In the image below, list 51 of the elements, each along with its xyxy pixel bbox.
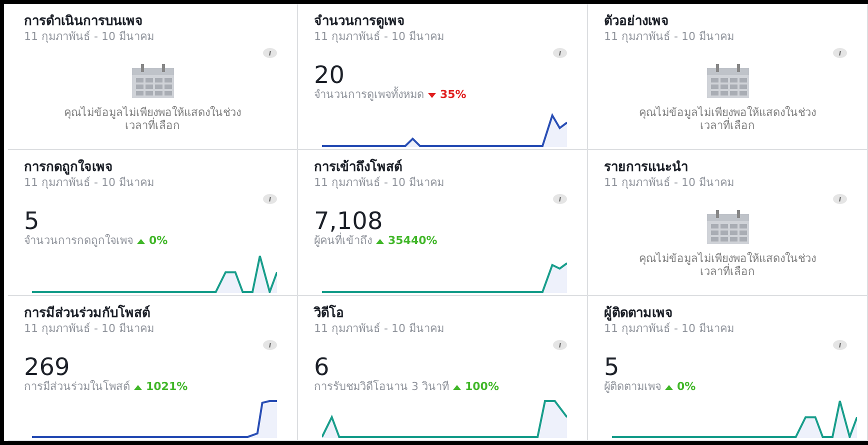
card-title: การดำเนินการบนเพจ — [24, 14, 144, 30]
date-range: 11 กุมภาพันธ์ - 10 มีนาคม — [314, 176, 445, 190]
info-icon[interactable] — [263, 48, 277, 58]
info-icon[interactable] — [833, 194, 847, 204]
card-title: ผู้ติดตามเพจ — [604, 306, 674, 322]
metric-caption: การรับชมวิดีโอนาน 3 วินาที — [314, 380, 449, 394]
date-range: 11 กุมภาพันธ์ - 10 มีนาคม — [314, 322, 445, 336]
info-icon[interactable] — [833, 340, 847, 350]
card-title: การมีส่วนร่วมกับโพสต์ — [24, 306, 151, 322]
metric-value: 5 — [604, 354, 620, 380]
metric-caption: จำนวนการดูเพจทั้งหมด — [314, 88, 424, 102]
date-range: 11 กุมภาพันธ์ - 10 มีนาคม — [604, 30, 735, 44]
metric-value: 5 — [24, 208, 40, 234]
calendar-icon — [132, 64, 174, 98]
metric-value: 7,108 — [314, 208, 384, 234]
info-icon[interactable] — [553, 48, 567, 58]
date-range: 11 กุมภาพันธ์ - 10 มีนาคม — [314, 30, 445, 44]
date-range: 11 กุมภาพันธ์ - 10 มีนาคม — [604, 322, 735, 336]
date-range: 11 กุมภาพันธ์ - 10 มีนาคม — [24, 176, 155, 190]
calendar-icon — [706, 210, 748, 244]
info-icon[interactable] — [263, 340, 277, 350]
info-icon[interactable] — [263, 194, 277, 204]
date-range: 11 กุมภาพันธ์ - 10 มีนาคม — [604, 176, 735, 190]
metric-caption: การมีส่วนร่วมในโพสต์ — [24, 380, 130, 394]
empty-message: คุณไม่ข้อมูลไม่เพียงพอให้แสดงในช่วงเวลาที่เลือก — [638, 252, 817, 278]
date-range: 11 กุมภาพันธ์ - 10 มีนาคม — [24, 322, 155, 336]
change-percent: 1021% — [146, 380, 188, 394]
change-percent: 100% — [465, 380, 499, 394]
card-title: จำนวนการดูเพจ — [314, 14, 406, 30]
metric-caption: ผู้คนที่เข้าถึง — [314, 234, 372, 248]
date-range: 11 กุมภาพันธ์ - 10 มีนาคม — [24, 30, 155, 44]
change-percent: 35% — [440, 88, 466, 102]
change-percent: 0% — [149, 234, 168, 248]
metric-value: 20 — [314, 62, 345, 88]
empty-message: คุณไม่ข้อมูลไม่เพียงพอให้แสดงในช่วงเวลาที่เลือก — [638, 106, 817, 132]
empty-message: คุณไม่ข้อมูลไม่เพียงพอให้แสดงในช่วงเวลาที่เลือก — [63, 106, 242, 132]
metric-caption: จำนวนการกดถูกใจเพจ — [24, 234, 133, 248]
card-title: วิดีโอ — [314, 306, 345, 322]
change-percent: 0% — [677, 380, 696, 394]
metric-caption: ผู้ติดตามเพจ — [604, 380, 661, 394]
info-icon[interactable] — [833, 48, 847, 58]
metric-value: 6 — [314, 354, 330, 380]
card-title: การกดถูกใจเพจ — [24, 160, 114, 176]
metric-value: 269 — [24, 354, 70, 380]
card-title: รายการแนะนำ — [604, 160, 689, 176]
info-icon[interactable] — [553, 194, 567, 204]
card-title: การเข้าถึงโพสต์ — [314, 160, 403, 176]
change-percent: 35440% — [388, 234, 438, 248]
card-title: ตัวอย่างเพจ — [604, 14, 670, 30]
calendar-icon — [706, 64, 748, 98]
info-icon[interactable] — [553, 340, 567, 350]
